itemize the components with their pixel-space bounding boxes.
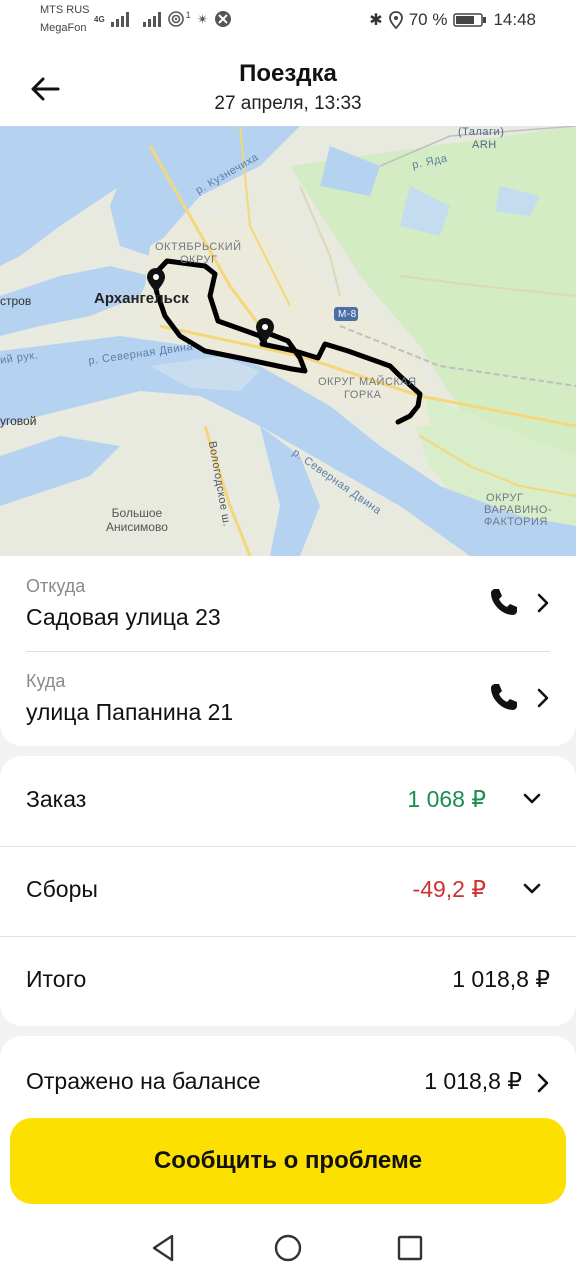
blocked-app-icon [215, 11, 232, 27]
chevron-right-icon[interactable] [536, 1072, 550, 1094]
bluetooth-icon: ✱ [369, 12, 383, 29]
order-label: Заказ [26, 786, 87, 812]
status-icons-left: 4G 1 ✴ [94, 10, 232, 28]
clock: 14:48 [493, 10, 536, 29]
fees-label: Сборы [26, 876, 98, 902]
operator-2: MegaFon [40, 22, 87, 34]
map-label-oktyabrsky: ОКТЯБРЬСКИЙ [155, 241, 242, 253]
map-label-ostrov: стров [0, 294, 32, 308]
map-label-arh: ARH [472, 139, 497, 151]
to-address: улица Папанина 21 [26, 699, 234, 725]
addresses-card: Откуда Садовая улица 23 Куда улица Папан… [0, 556, 576, 746]
total-label: Итого [26, 966, 87, 992]
map-label-mayskaya-1: ОКРУГ МАЙСКАЯ [318, 376, 417, 388]
balance-label: Отражено на балансе [26, 1068, 261, 1094]
trip-datetime: 27 апреля, 13:33 [214, 93, 362, 114]
location-icon [388, 11, 403, 29]
to-label: Куда [26, 671, 66, 691]
map-label-bolshoe-2: Анисимово [106, 520, 168, 534]
map-label-bolshoe-1: Большое [111, 506, 163, 520]
network-type: 4G [94, 14, 105, 24]
nav-back-icon[interactable] [148, 1232, 180, 1264]
status-bar: MTS RUS MegaFon 4G 1 ✴ ✱ 70 % 14:48 [0, 0, 576, 40]
to-row[interactable]: Куда улица Папанина 21 [26, 651, 550, 746]
hotspot-count: 1 [185, 10, 191, 20]
total-row: Итого 1 018,8 ₽ [0, 936, 576, 1026]
map-label-okrug: ОКРУГ [180, 254, 218, 266]
chevron-down-icon[interactable] [522, 792, 542, 806]
order-row[interactable]: Заказ 1 068 ₽ [0, 756, 576, 846]
status-icons-right: ✱ 70 % 14:48 [369, 10, 536, 30]
sync-icon: ✴ [196, 10, 209, 27]
chevron-right-icon[interactable] [536, 687, 550, 709]
fees-amount: -49,2 ₽ [412, 876, 486, 902]
bottom-action-bar: Сообщить о проблеме [0, 1106, 576, 1218]
map-label-talagi: (Талаги) [458, 126, 505, 138]
nav-recents-icon[interactable] [394, 1232, 426, 1264]
map-label-bolshoe: Большое Анисимово [106, 506, 168, 534]
map-city-label: Архангельск [94, 290, 189, 307]
map-label-varavino-2: ВАРАВИНО- [484, 504, 553, 516]
operator-1: MTS RUS [40, 4, 90, 16]
phone-icon[interactable] [488, 586, 520, 618]
battery-percent: 70 % [408, 10, 448, 29]
map-label-varavino-3: ФАКТОРИЯ [484, 516, 548, 528]
map-label-mayskaya-2: ГОРКА [344, 389, 382, 401]
phone-icon[interactable] [488, 681, 520, 713]
finance-card: Заказ 1 068 ₽ Сборы -49,2 ₽ Итого 1 018,… [0, 756, 576, 1026]
total-amount: 1 018,8 ₽ [452, 966, 550, 992]
page-title: Поездка [239, 60, 337, 87]
balance-amount: 1 018,8 ₽ [424, 1068, 522, 1094]
signal-icon [110, 11, 129, 27]
map-label-m8: М-8 [338, 309, 357, 320]
nav-home-icon[interactable] [272, 1232, 304, 1264]
order-amount: 1 068 ₽ [407, 786, 486, 812]
fees-row[interactable]: Сборы -49,2 ₽ [0, 846, 576, 936]
route-map[interactable]: Архангельск ОКТЯБРЬСКИЙ ОКРУГ р. Кузнечи… [0, 126, 576, 556]
map-label-varavino-1: ОКРУГ [486, 492, 524, 504]
report-problem-button[interactable]: Сообщить о проблеме [10, 1118, 566, 1204]
map-label-ugovoy: уговой [0, 414, 37, 428]
battery-icon [453, 13, 487, 27]
system-nav-bar [0, 1218, 576, 1280]
hotspot-icon [167, 11, 184, 27]
from-address: Садовая улица 23 [26, 604, 221, 630]
from-row[interactable]: Откуда Садовая улица 23 [26, 556, 550, 651]
chevron-down-icon[interactable] [522, 882, 542, 896]
signal-icon-2 [142, 11, 161, 27]
header: Поездка 27 апреля, 13:33 [0, 40, 576, 126]
chevron-right-icon[interactable] [536, 592, 550, 614]
from-label: Откуда [26, 576, 86, 596]
